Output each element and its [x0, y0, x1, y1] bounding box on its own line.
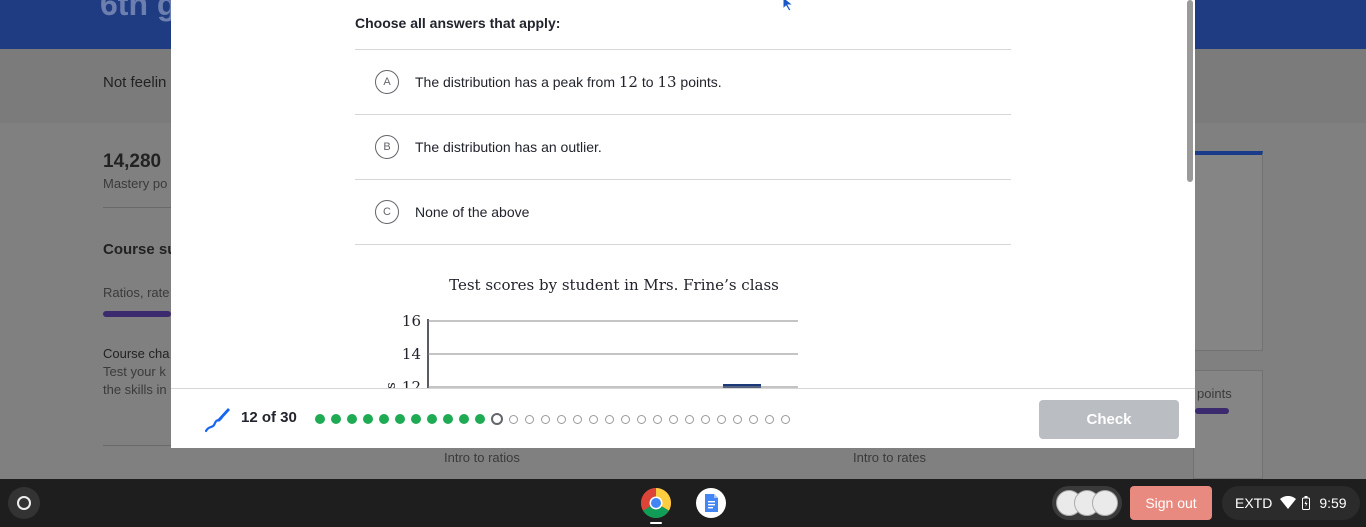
exercise-footer: 12 of 30 Check [171, 388, 1195, 448]
sign-out-button[interactable]: Sign out [1130, 486, 1212, 520]
mastery-points-label: Mastery po [103, 176, 168, 191]
progress-dot-complete [315, 414, 325, 424]
system-tray[interactable]: EXTD 9:59 [1222, 486, 1360, 520]
progress-dot-complete [363, 414, 373, 424]
progress-dot-complete [475, 414, 485, 424]
progress-dot-complete [411, 414, 421, 424]
progress-dot-pending [749, 414, 758, 424]
progress-dot-complete [379, 414, 389, 424]
choice-b[interactable]: B The distribution has an outlier. [355, 115, 1011, 180]
divider [103, 445, 171, 446]
clock: 9:59 [1319, 495, 1347, 511]
progress-dot-pending [541, 414, 550, 424]
window-thumbnails[interactable] [1052, 486, 1122, 520]
scratchpad-pencil-icon[interactable] [203, 405, 231, 433]
choice-letter: A [375, 70, 399, 94]
answer-choices: A The distribution has a peak from 12 to… [355, 49, 1011, 245]
progress-dot-complete [443, 414, 453, 424]
progress-dot-current [491, 413, 503, 425]
progress-dot-pending [701, 414, 710, 424]
page-title: 6th g [100, 0, 177, 22]
progress-dot-complete [331, 414, 341, 424]
google-docs-icon[interactable] [695, 487, 727, 519]
choice-c[interactable]: C None of the above [355, 180, 1011, 245]
background-card [1193, 151, 1263, 351]
wifi-icon [1280, 496, 1297, 509]
exercise-modal: Choose all answers that apply: A The dis… [171, 0, 1195, 448]
course-challenge-line2: the skills in [103, 382, 167, 397]
choice-letter: C [375, 200, 399, 224]
question-area[interactable]: Choose all answers that apply: A The dis… [171, 0, 1195, 388]
progress-dot-pending [509, 414, 518, 424]
points-progress-bar [1195, 408, 1229, 414]
progress-dot-complete [395, 414, 405, 424]
math-number: 12 [618, 73, 638, 91]
choice-a[interactable]: A The distribution has a peak from 12 to… [355, 50, 1011, 115]
course-challenge-title: Course cha [103, 346, 170, 361]
choice-label: The distribution has a peak from 12 to 1… [415, 73, 722, 91]
progress-dot-complete [427, 414, 437, 424]
check-button[interactable]: Check [1039, 400, 1179, 439]
battery-icon [1302, 496, 1311, 510]
progress-dot-pending [733, 414, 742, 424]
choice-label: None of the above [415, 204, 530, 220]
divider [103, 207, 171, 208]
choice-letter: B [375, 135, 399, 159]
course-summary-heading: Course su [103, 241, 177, 258]
math-number: 13 [657, 73, 677, 91]
progress-dot-complete [347, 414, 357, 424]
progress-label: 12 of 30 [241, 409, 297, 426]
unit-progress-bar [103, 311, 171, 317]
unit-label[interactable]: Ratios, rate [103, 285, 169, 300]
launcher-button[interactable] [8, 487, 40, 519]
progress-dot-pending [685, 414, 694, 424]
progress-dot-pending [573, 414, 582, 424]
progress-dot-pending [669, 414, 678, 424]
y-tick-label: 12 [402, 378, 421, 388]
course-challenge-line1: Test your k [103, 364, 166, 379]
window-thumbnail[interactable] [1092, 490, 1118, 516]
progress-dots [315, 413, 797, 425]
progress-dot-pending [653, 414, 662, 424]
display-mode-label: EXTD [1235, 495, 1273, 511]
progress-dot-pending [765, 414, 774, 424]
launcher-icon [17, 496, 31, 510]
active-app-indicator [650, 522, 662, 524]
progress-dot-pending [637, 414, 646, 424]
y-tick-label: 16 [402, 312, 421, 330]
chrome-icon[interactable] [640, 487, 672, 519]
link-intro-ratios[interactable]: Intro to ratios [444, 450, 520, 465]
progress-dot-pending [525, 414, 534, 424]
points-label: points [1197, 386, 1232, 401]
progress-dot-pending [589, 414, 598, 424]
progress-dot-pending [781, 414, 790, 424]
y-tick-label: 14 [402, 345, 421, 363]
link-intro-rates[interactable]: Intro to rates [853, 450, 926, 465]
os-taskbar: Sign out EXTD 9:59 [0, 479, 1366, 527]
progress-dot-pending [605, 414, 614, 424]
progress-dot-complete [459, 414, 469, 424]
progress-dot-pending [717, 414, 726, 424]
mastery-points-value: 14,280 [103, 151, 162, 172]
choice-label: The distribution has an outlier. [415, 139, 602, 155]
histogram-chart: Test scores by student in Mrs. Frine’s c… [384, 276, 798, 388]
mouse-cursor-icon [782, 0, 795, 12]
question-instructions: Choose all answers that apply: [355, 15, 561, 31]
progress-dot-pending [557, 414, 566, 424]
scrollbar[interactable] [1187, 0, 1193, 182]
notice-text: Not feelin [103, 74, 167, 91]
chart-title: Test scores by student in Mrs. Frine’s c… [449, 276, 779, 294]
progress-dot-pending [621, 414, 630, 424]
